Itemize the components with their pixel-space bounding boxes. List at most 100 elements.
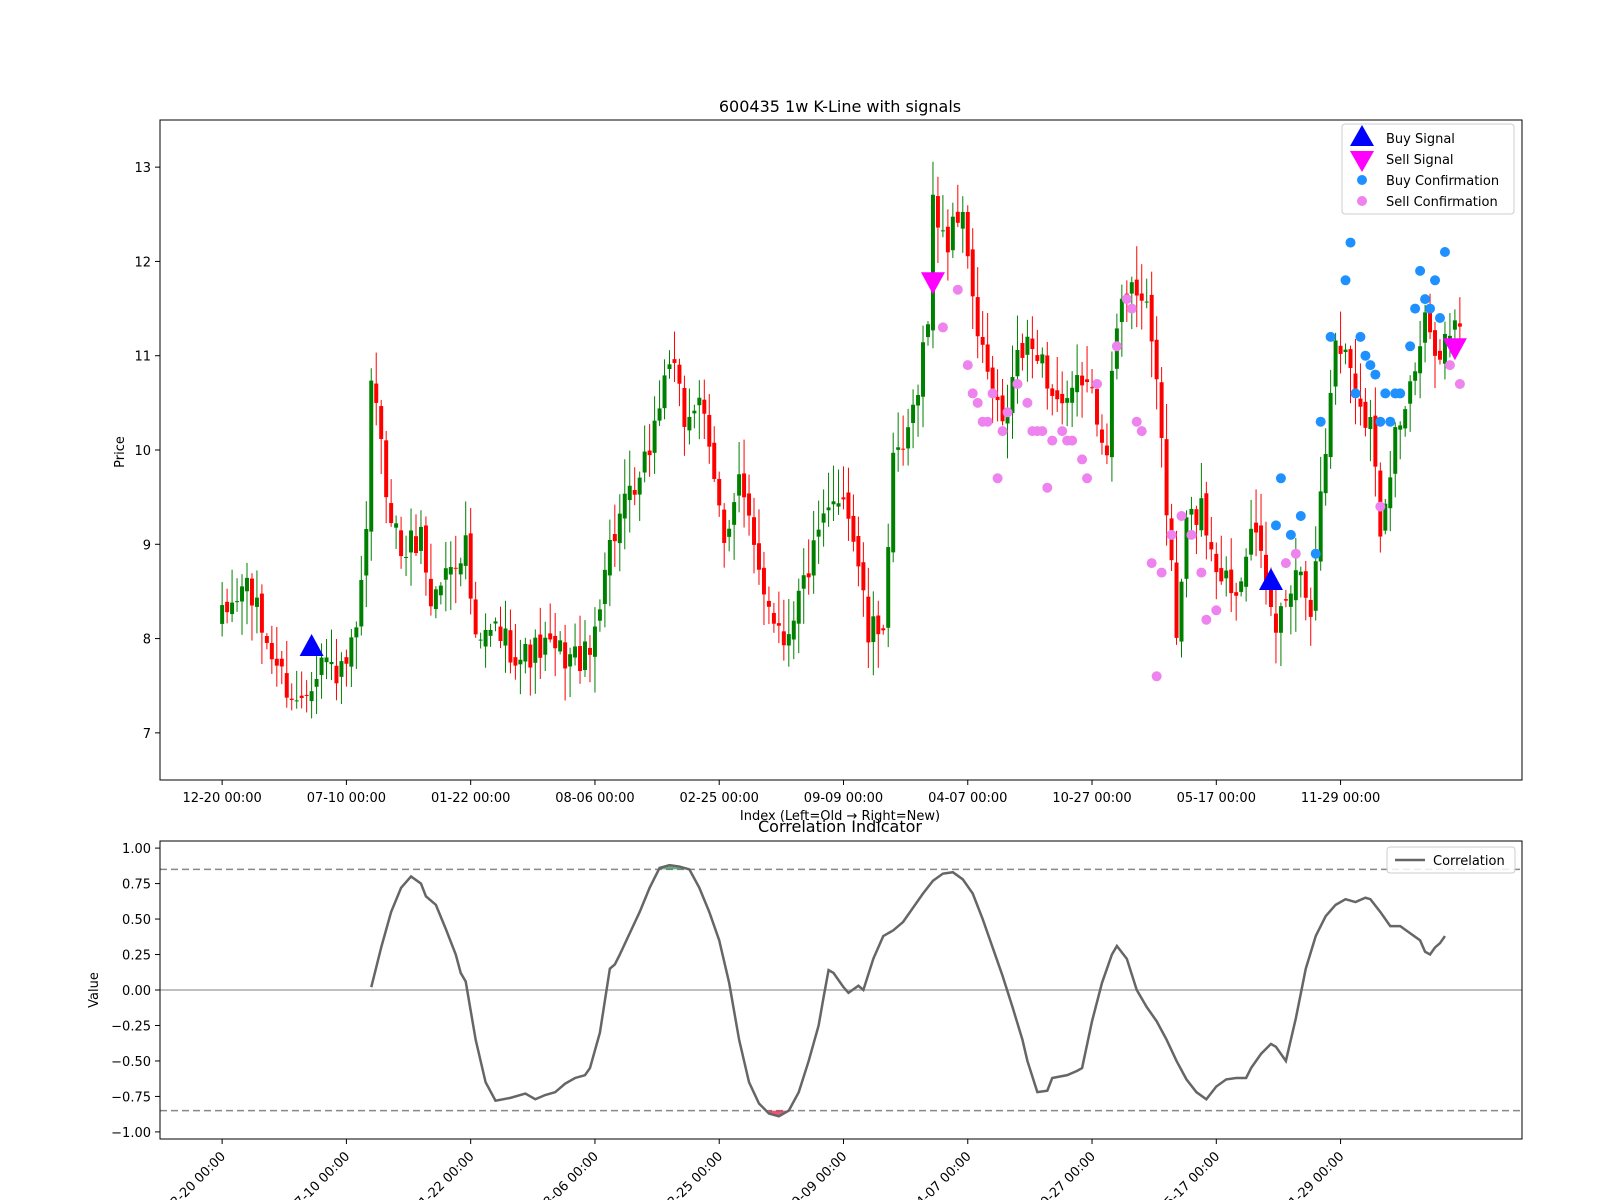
candle — [1174, 530, 1179, 645]
candle-body — [339, 661, 344, 677]
candle — [921, 325, 926, 428]
candle-body — [1179, 581, 1184, 642]
candle-body — [473, 599, 478, 635]
candle — [985, 312, 990, 380]
y-tick-label: 8 — [143, 633, 151, 648]
candle — [468, 508, 473, 615]
candle-body — [846, 492, 851, 519]
candle-body — [1174, 562, 1179, 638]
candle — [463, 501, 468, 580]
candle-body — [975, 297, 980, 337]
candle — [702, 379, 707, 440]
candle — [856, 516, 861, 587]
buy-confirmation-point — [1380, 388, 1391, 399]
correlation-reference-lines — [160, 868, 1522, 1112]
candle-body — [1388, 477, 1393, 509]
candle-body — [702, 399, 707, 414]
candle — [761, 551, 766, 626]
chart-canvas: 600435 1w K-Line with signals 7 8 9 10 11 12 1… — [87, 97, 1523, 1200]
buy-confirmation-point — [1270, 520, 1281, 531]
sell-confirmation-point — [1375, 501, 1386, 512]
candle — [379, 399, 384, 475]
sell-confirmation-point — [987, 388, 998, 399]
candle — [1164, 403, 1169, 546]
candle — [1099, 414, 1104, 455]
candle-body — [622, 493, 627, 519]
candle — [816, 500, 821, 564]
candle-body — [493, 621, 498, 624]
candle-body — [1030, 338, 1035, 350]
candle-body — [304, 694, 309, 696]
candle — [637, 471, 642, 521]
candle-body — [1065, 398, 1070, 403]
candle-body — [742, 473, 747, 498]
x-tick-label: 04-07 00:00 — [908, 1149, 975, 1200]
candle — [811, 510, 816, 594]
candle-body — [866, 596, 871, 643]
candle — [955, 184, 960, 228]
candle-body — [1452, 320, 1457, 330]
candle — [592, 607, 597, 693]
candle-body — [955, 211, 960, 223]
candle-body — [781, 631, 786, 646]
candle-body — [1104, 445, 1109, 456]
candle-body — [1408, 381, 1413, 404]
x-tick-label: 09-09 00:00 — [804, 791, 883, 806]
candle — [518, 639, 523, 695]
candle-body — [1229, 569, 1234, 594]
candle-body — [881, 628, 886, 631]
y-tick-label: 7 — [143, 727, 151, 742]
x-tick-label: 10-27 00:00 — [1052, 791, 1131, 806]
sell-confirmation-point — [1042, 482, 1053, 493]
buy-confirmation-point — [1350, 388, 1361, 399]
candle-body — [851, 515, 856, 542]
sell-confirmation-point — [1111, 341, 1122, 352]
buy-confirmation-point — [1370, 369, 1381, 380]
sell-confirmation-point — [1290, 548, 1301, 559]
candle-body — [1070, 387, 1075, 403]
candle — [433, 586, 438, 619]
candle — [796, 578, 801, 654]
candle-body — [930, 194, 935, 331]
x-tick-label: 08-06 00:00 — [535, 1149, 602, 1200]
candle — [264, 633, 269, 650]
candle — [906, 408, 911, 466]
legend-entry-label: Buy Signal — [1386, 132, 1455, 147]
candle — [1398, 421, 1403, 460]
candle — [776, 591, 781, 644]
candle — [269, 625, 274, 674]
candle-body — [349, 637, 354, 667]
sell-confirmation-point — [1002, 407, 1013, 418]
candle-body — [791, 620, 796, 640]
candle — [836, 469, 841, 515]
candle-body — [324, 657, 329, 663]
candle — [717, 471, 722, 517]
candle — [1035, 329, 1040, 364]
candle-body — [796, 590, 801, 624]
candle — [1214, 542, 1219, 600]
candle-body — [1254, 522, 1259, 533]
candle-body — [1298, 571, 1303, 576]
candle — [1010, 345, 1015, 439]
candle — [1025, 319, 1030, 382]
candle-body — [508, 630, 513, 663]
candle-body — [433, 589, 438, 610]
candle-body — [592, 626, 597, 657]
candle-body — [399, 530, 404, 557]
correlation-panel: Correlation Indicator −1.00 −0.75 −0.50 −0.… — [87, 817, 1523, 1200]
candle-body — [284, 673, 289, 698]
candle-body — [1214, 553, 1219, 573]
candle — [1363, 387, 1368, 437]
buy-confirmation-point — [1295, 511, 1306, 521]
candle-body — [876, 615, 881, 635]
sell-confirmation-point — [1067, 435, 1078, 446]
candle-body — [861, 562, 866, 591]
candle-body — [901, 448, 906, 450]
candle — [563, 624, 568, 701]
candle-body — [1293, 570, 1298, 601]
buy-confirmation-point — [1340, 275, 1351, 286]
candle-body — [682, 387, 687, 427]
candle — [876, 600, 881, 668]
candle-body — [1035, 355, 1040, 361]
candle-body — [891, 452, 896, 553]
